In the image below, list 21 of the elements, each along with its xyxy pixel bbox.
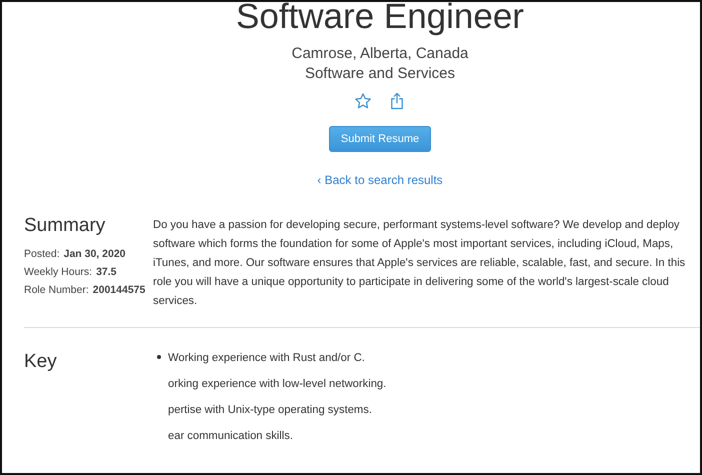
job-team: Software and Services xyxy=(304,64,456,84)
qualification-item: Working experience with Rust and/or C. xyxy=(168,351,365,366)
meta-value: Jan 30, 2020 xyxy=(64,247,126,262)
meta-label: Role Number: xyxy=(24,283,89,298)
back-link[interactable]: ‹ Back to search results xyxy=(317,173,443,188)
meta-value: 200144575 xyxy=(92,283,146,298)
meta-label: Weekly Hours: xyxy=(24,265,92,280)
qualification-item: pertise with Unix-type operating systems. xyxy=(168,403,372,418)
summary-paragraph: Do you have a passion for developing secure, performant systems-level software? We develop and deploy software which forms the foundation for some of Apple's most important services, including iCloud, Maps, iTunes, and more. Our software ensures that Apple's services are reliable, scalable, fast, and secure. In this role you will have a unique opportunity to participate in delivering some of the world's largest-scale cloud services. xyxy=(153,218,686,310)
qualification-item: orking experience with low-level networking. xyxy=(168,377,386,392)
submit-resume-button[interactable]: Submit Resume xyxy=(329,126,431,152)
job-location: Camrose, Alberta, Canada xyxy=(290,44,470,64)
section-heading: Key xyxy=(24,352,58,374)
job-title: Software Engineer xyxy=(235,2,525,36)
section-heading: Summary xyxy=(24,216,106,238)
bullet-icon xyxy=(157,355,161,360)
meta-value: 37.5 xyxy=(96,265,117,280)
share-icon[interactable] xyxy=(388,92,406,110)
meta-label: Posted: xyxy=(24,247,60,262)
star-icon[interactable] xyxy=(354,92,372,110)
qualification-item: ear communication skills. xyxy=(168,429,293,444)
